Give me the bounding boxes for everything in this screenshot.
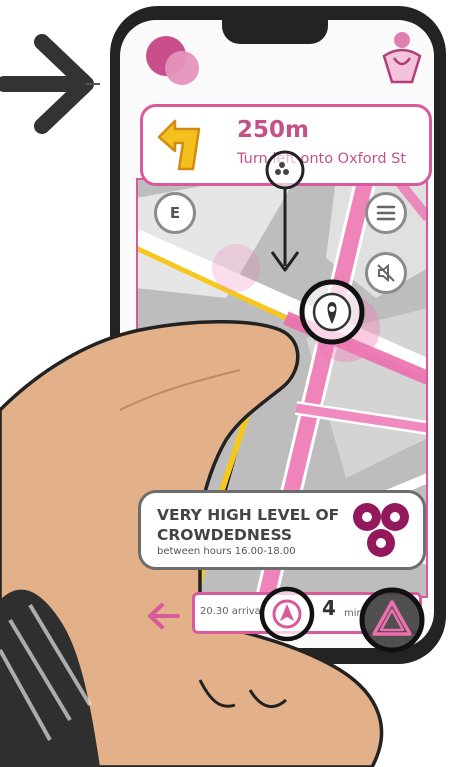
warning-alert-icon[interactable] [358,586,426,654]
app-logo-icon [146,36,199,85]
profile-icon[interactable] [378,30,426,86]
mute-icon [377,263,395,283]
crowd-indicator-icon [353,503,409,557]
menu-icon [376,205,396,221]
nav-distance: 250m [237,117,309,143]
compass-button[interactable]: E [154,192,196,234]
arrival-time: 20.30 arrival [200,606,264,617]
crowd-alert-title: VERY HIGH LEVEL OF CROWDEDNESS [157,506,340,544]
back-arrow-icon[interactable] [144,596,184,636]
menu-button[interactable] [365,192,407,234]
minutes-remaining: 4 [322,596,336,620]
crowd-alert-subtitle: between hours 16.00-18.00 [157,546,296,557]
recenter-navigation-icon[interactable] [258,586,316,642]
compass-label: E [169,204,181,222]
turn-left-arrow-icon [157,119,201,171]
drag-gesture-icon [265,150,305,272]
crowd-alert-card[interactable]: VERY HIGH LEVEL OF CROWDEDNESS between h… [138,490,426,570]
direction-arrow-icon [0,34,100,134]
mute-button[interactable] [365,252,407,294]
